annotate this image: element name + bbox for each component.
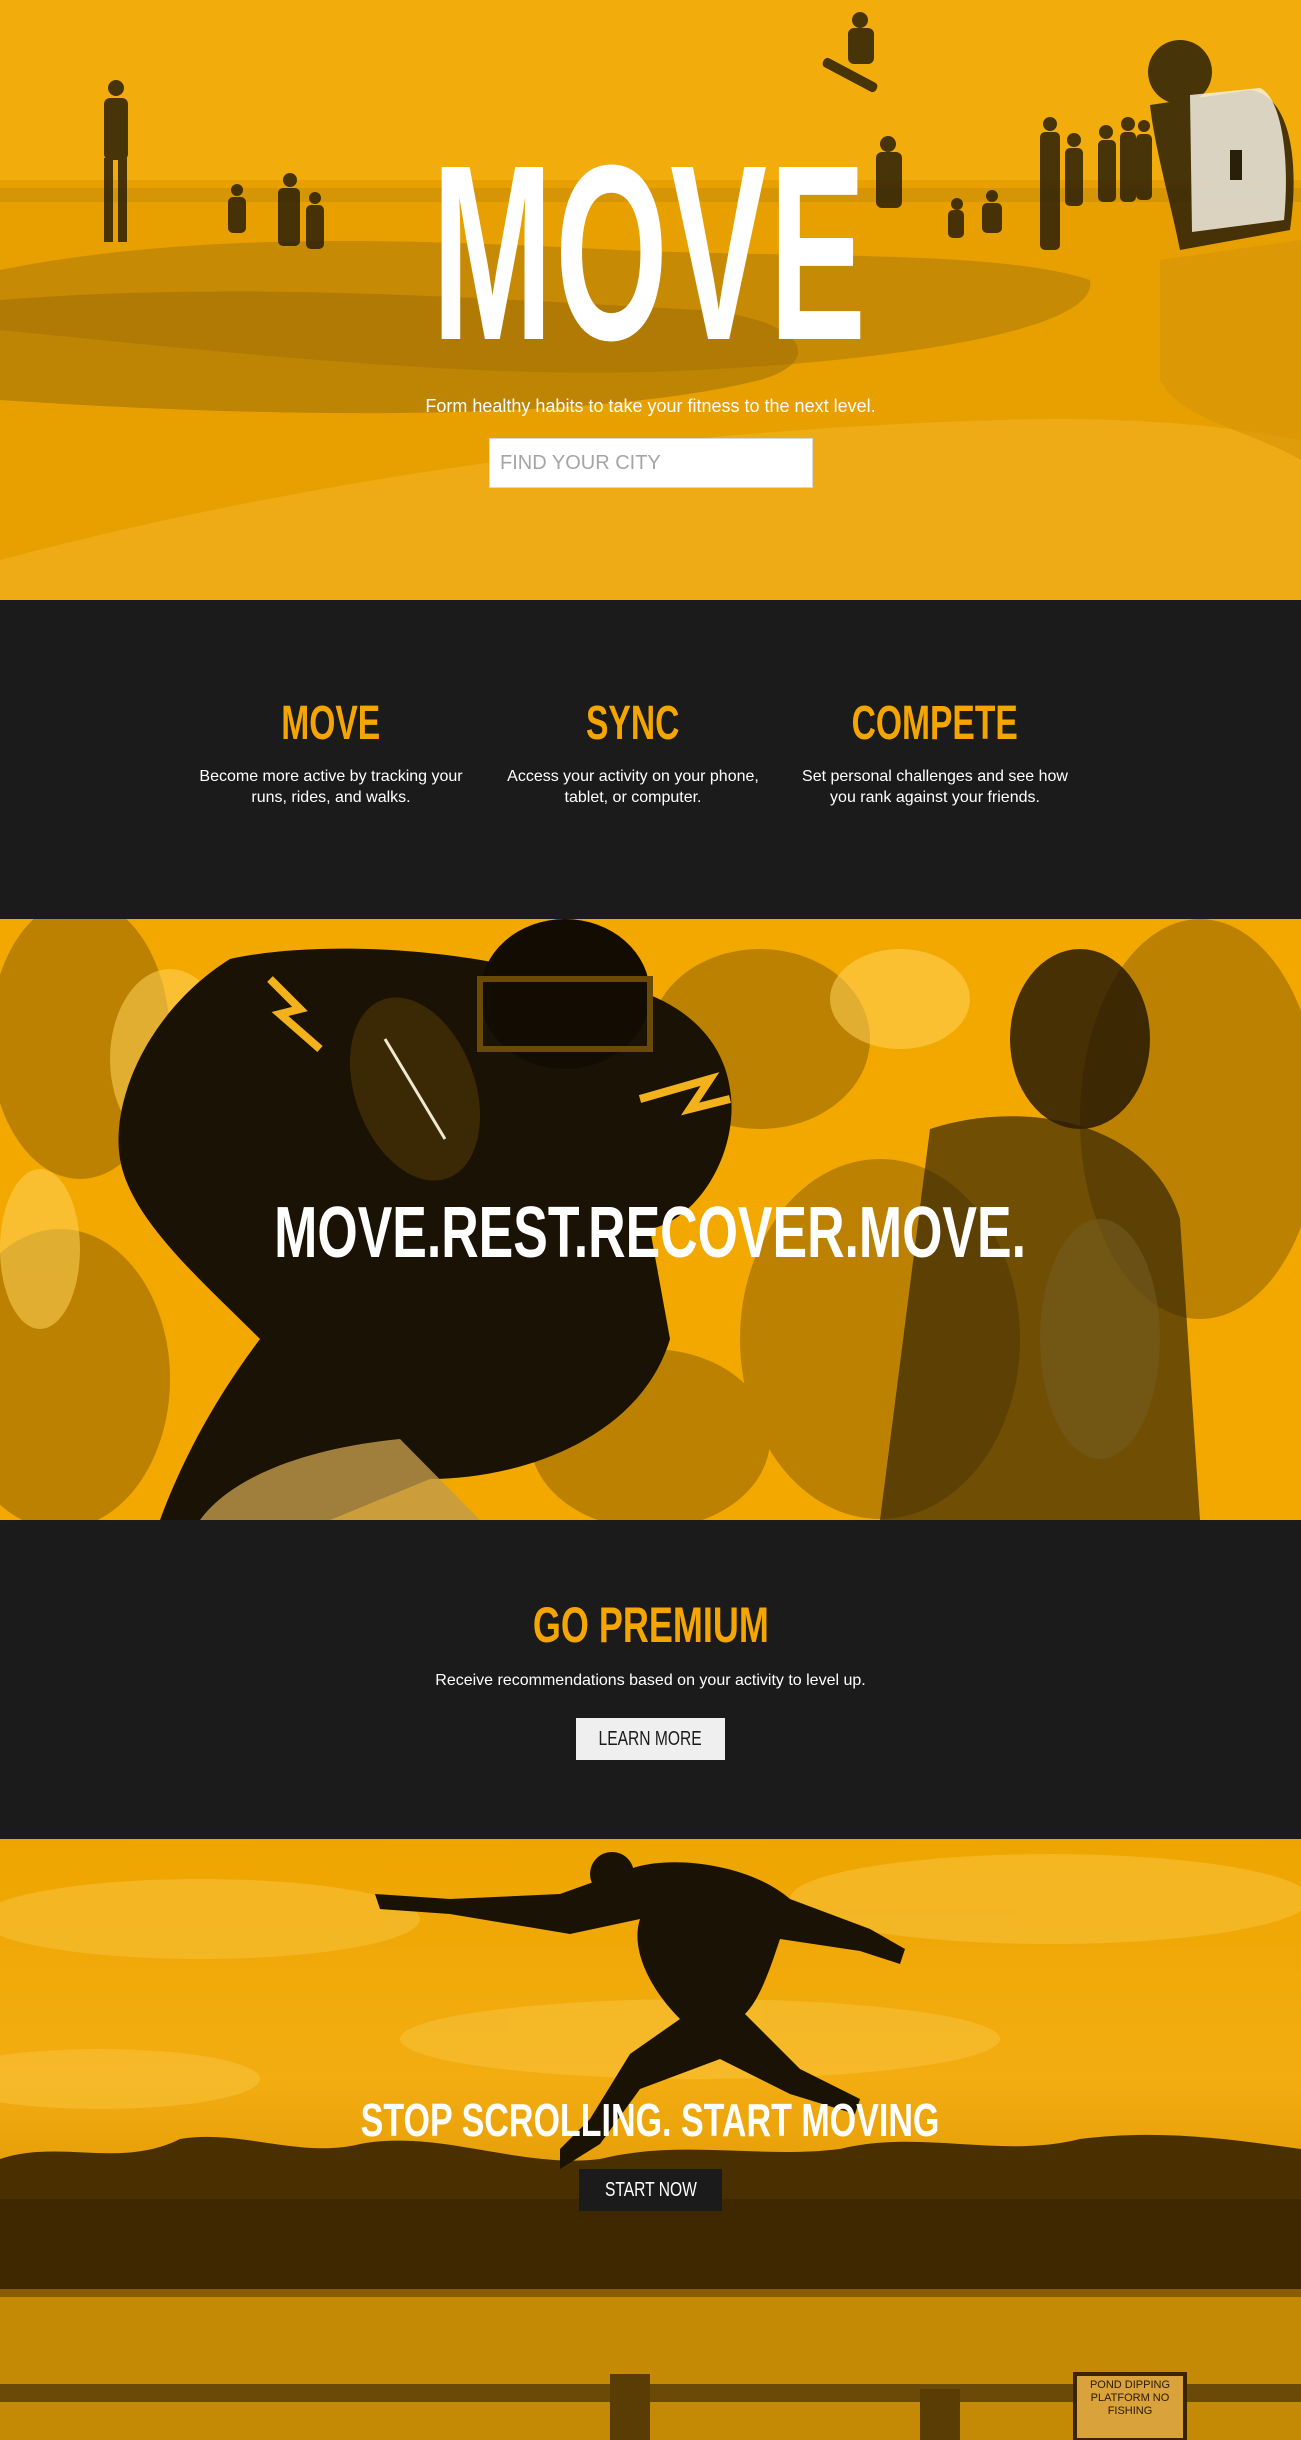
feature-sync: SYNC Access your activity on your phone,… bbox=[493, 696, 773, 808]
pond-sign: POND DIPPING PLATFORM NO FISHING bbox=[1089, 2379, 1171, 2417]
feature-text: Access your activity on your phone, tabl… bbox=[507, 768, 759, 806]
football-banner: MOVE.REST.RECOVER.MOVE. bbox=[0, 919, 1301, 1520]
band-tagline: MOVE.REST.RECOVER.MOVE. bbox=[274, 1193, 1027, 1273]
find-city-input[interactable] bbox=[489, 438, 813, 488]
feature-compete: COMPETE Set personal challenges and see … bbox=[795, 696, 1075, 808]
feature-text: Set personal challenges and see how you … bbox=[802, 768, 1068, 806]
feature-text: Become more active by tracking your runs… bbox=[199, 768, 463, 806]
hero-title: MOVE bbox=[432, 113, 869, 392]
premium-title: GO PREMIUM bbox=[532, 1597, 769, 1653]
feature-title: SYNC bbox=[586, 697, 680, 750]
learn-more-button[interactable]: LEARN MORE bbox=[576, 1718, 725, 1760]
hero-subtitle: Form healthy habits to take your fitness… bbox=[425, 396, 876, 416]
hero-section: MOVE Form healthy habits to take your fi… bbox=[0, 0, 1301, 600]
start-now-button[interactable]: START NOW bbox=[579, 2169, 722, 2211]
premium-text: Receive recommendations based on your ac… bbox=[435, 1672, 866, 1689]
cta-section: STOP SCROLLING. START MOVING START NOW P… bbox=[0, 1839, 1301, 2440]
features-section: MOVE Become more active by tracking your… bbox=[0, 600, 1301, 919]
cta-headline: STOP SCROLLING. START MOVING bbox=[361, 2094, 940, 2146]
feature-title: COMPETE bbox=[851, 697, 1019, 750]
feature-move: MOVE Become more active by tracking your… bbox=[191, 696, 471, 808]
premium-section: GO PREMIUM Receive recommendations based… bbox=[0, 1520, 1301, 1839]
feature-title: MOVE bbox=[281, 697, 381, 750]
